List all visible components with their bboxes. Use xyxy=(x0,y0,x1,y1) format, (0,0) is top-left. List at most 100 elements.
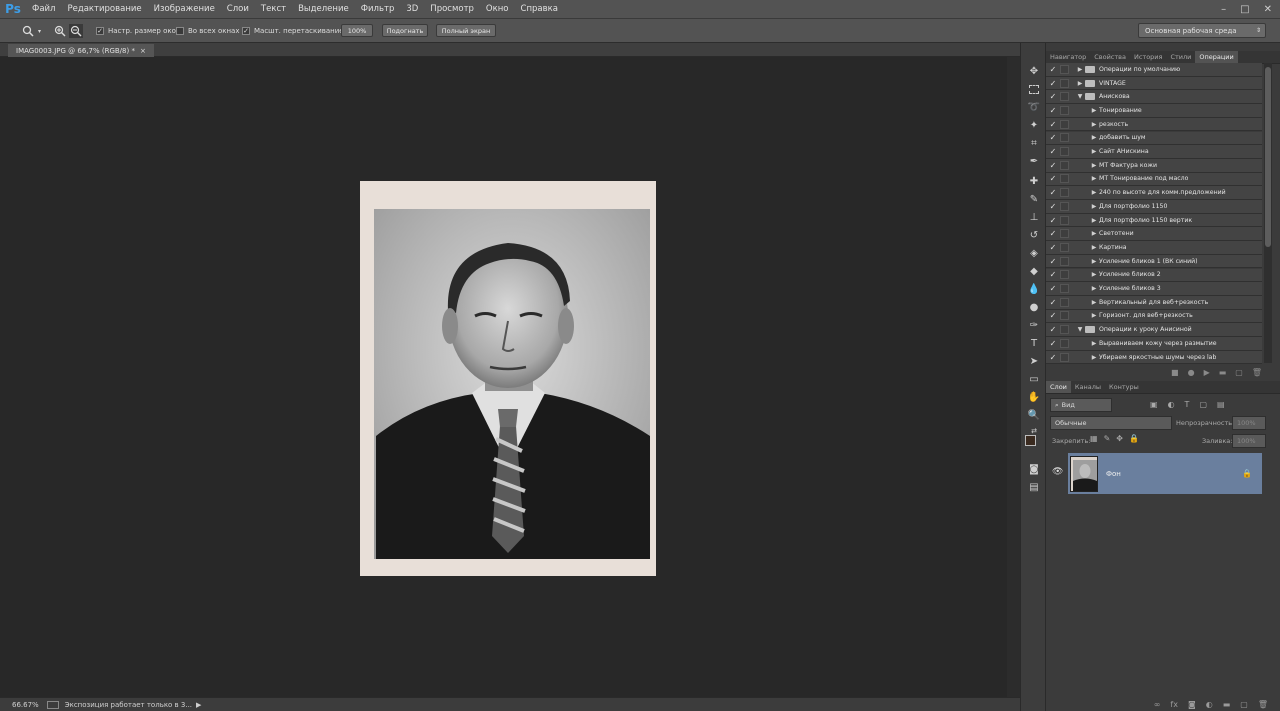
collapsed-triangle-icon[interactable]: ▶ xyxy=(1089,203,1099,210)
action-set-row[interactable]: ✓ ▶ VINTAGE xyxy=(1046,76,1262,91)
collapsed-triangle-icon[interactable]: ▶ xyxy=(1089,299,1099,306)
collapsed-triangle-icon[interactable]: ▶ xyxy=(1089,271,1099,278)
eyedropper-tool-icon[interactable]: ✒ xyxy=(1025,153,1043,169)
action-row[interactable]: ✓ ▶ Для портфолио 1150 xyxy=(1046,200,1262,214)
toggle-checkmark-icon[interactable]: ✓ xyxy=(1046,147,1060,156)
action-row[interactable]: ✓ ▶ Усиление бликов 3 xyxy=(1046,282,1262,296)
eraser-tool-icon[interactable]: ◈ xyxy=(1025,245,1043,261)
fill-screen-button[interactable]: Полный экран xyxy=(436,24,496,37)
play-icon[interactable]: ▶ xyxy=(1204,368,1210,377)
action-row[interactable]: ✓ ▶ Для портфолио 1150 вертик xyxy=(1046,213,1262,228)
dialog-toggle-icon[interactable] xyxy=(1060,352,1069,362)
fill-field[interactable]: 100% xyxy=(1232,434,1266,448)
blend-mode-select[interactable]: Обычные xyxy=(1050,416,1172,430)
layer-filter-select[interactable]: ⌕ Вид xyxy=(1050,398,1112,412)
type-tool-icon[interactable]: T xyxy=(1025,335,1043,351)
toggle-checkmark-icon[interactable]: ✓ xyxy=(1046,216,1060,225)
zoom-in-icon[interactable] xyxy=(54,24,66,38)
shape-filter-icon[interactable]: ▢ xyxy=(1199,400,1207,409)
document-tab[interactable]: IMAG0003.JPG @ 66,7% (RGB/8) * × xyxy=(8,44,154,57)
history-brush-tool-icon[interactable]: ↺ xyxy=(1025,227,1043,243)
dialog-toggle-icon[interactable] xyxy=(1060,133,1069,143)
toggle-checkmark-icon[interactable]: ✓ xyxy=(1046,65,1060,74)
collapsed-triangle-icon[interactable]: ▶ xyxy=(1089,134,1099,141)
toggle-checkmark-icon[interactable]: ✓ xyxy=(1046,92,1060,101)
action-row[interactable]: ✓ ▶ Убираем яркостные шумы через lab xyxy=(1046,350,1262,365)
menu-help[interactable]: Справка xyxy=(515,0,564,19)
zoom-100-button[interactable]: 100% xyxy=(341,24,373,37)
dialog-toggle-icon[interactable] xyxy=(1060,256,1069,266)
shape-tool-icon[interactable]: ▭ xyxy=(1025,371,1043,387)
action-row[interactable]: ✓ ▶ Картина xyxy=(1046,241,1262,255)
new-set-icon[interactable]: ▬ xyxy=(1219,368,1227,377)
action-row[interactable]: ✓ ▶ Сайт АНискина xyxy=(1046,145,1262,159)
action-set-row[interactable]: ✓ ▼ Операции к уроку Анисиной xyxy=(1046,323,1262,337)
tool-preset-chevron-icon[interactable]: ▾ xyxy=(38,24,41,38)
toggle-checkmark-icon[interactable]: ✓ xyxy=(1046,202,1060,211)
action-row[interactable]: ✓ ▶ резкость xyxy=(1046,117,1262,132)
type-filter-icon[interactable]: T xyxy=(1185,400,1190,409)
toggle-checkmark-icon[interactable]: ✓ xyxy=(1046,229,1060,238)
tab-paths[interactable]: Контуры xyxy=(1105,381,1143,393)
dialog-toggle-icon[interactable] xyxy=(1060,311,1069,321)
menu-edit[interactable]: Редактирование xyxy=(61,0,147,19)
trash-icon[interactable]: 🗑 xyxy=(1252,368,1262,377)
action-row[interactable]: ✓ ▶ МТ Тонирование под масло xyxy=(1046,172,1262,187)
collapsed-triangle-icon[interactable]: ▶ xyxy=(1075,80,1085,87)
menu-image[interactable]: Изображение xyxy=(148,0,221,19)
new-layer-icon[interactable]: ▢ xyxy=(1240,700,1248,709)
healing-brush-tool-icon[interactable]: ✚ xyxy=(1025,173,1043,189)
stop-icon[interactable]: ■ xyxy=(1171,368,1179,377)
visibility-eye-icon[interactable]: 👁 xyxy=(1052,467,1063,477)
link-layers-icon[interactable]: ∞ xyxy=(1154,700,1161,709)
hand-tool-icon[interactable]: ✋ xyxy=(1025,389,1043,405)
adjustment-layer-icon[interactable]: ◐ xyxy=(1206,700,1213,709)
collapsed-triangle-icon[interactable]: ▶ xyxy=(1089,107,1099,114)
dialog-toggle-icon[interactable] xyxy=(1060,297,1069,307)
menu-3d[interactable]: 3D xyxy=(400,0,424,19)
layer-row-background[interactable]: Фон 🔒 xyxy=(1068,453,1262,494)
dialog-toggle-icon[interactable] xyxy=(1060,147,1069,157)
new-group-icon[interactable]: ▬ xyxy=(1223,700,1231,709)
action-row[interactable]: ✓ ▶ Горизонт. для веб+резкость xyxy=(1046,309,1262,324)
action-row[interactable]: ✓ ▶ Усиление бликов 2 xyxy=(1046,268,1262,283)
dialog-toggle-icon[interactable] xyxy=(1060,78,1069,88)
zoom-level[interactable]: 66.67% xyxy=(12,701,39,709)
toggle-checkmark-icon[interactable]: ✓ xyxy=(1046,339,1060,348)
close-tab-icon[interactable]: × xyxy=(140,47,146,55)
dialog-toggle-icon[interactable] xyxy=(1060,201,1069,211)
menu-filter[interactable]: Фильтр xyxy=(355,0,401,19)
lock-pixels-icon[interactable]: ✎ xyxy=(1104,434,1111,443)
tab-properties[interactable]: Свойства xyxy=(1090,51,1130,63)
new-action-icon[interactable]: ▢ xyxy=(1235,368,1243,377)
toggle-checkmark-icon[interactable]: ✓ xyxy=(1046,174,1060,183)
dialog-toggle-icon[interactable] xyxy=(1060,270,1069,280)
dialog-toggle-icon[interactable] xyxy=(1060,188,1069,198)
toggle-checkmark-icon[interactable]: ✓ xyxy=(1046,133,1060,142)
tab-channels[interactable]: Каналы xyxy=(1071,381,1105,393)
collapsed-triangle-icon[interactable]: ▶ xyxy=(1089,230,1099,237)
collapsed-triangle-icon[interactable]: ▶ xyxy=(1089,354,1099,361)
action-row[interactable]: ✓ ▶ Светотени xyxy=(1046,227,1262,242)
expanded-triangle-icon[interactable]: ▼ xyxy=(1075,93,1085,100)
lasso-tool-icon[interactable]: ➰ xyxy=(1025,99,1043,115)
lock-all-icon[interactable]: 🔒 xyxy=(1129,434,1139,443)
action-row[interactable]: ✓ ▶ Усиление бликов 1 (ВК синий) xyxy=(1046,254,1262,269)
collapsed-triangle-icon[interactable]: ▶ xyxy=(1089,162,1099,169)
dialog-toggle-icon[interactable] xyxy=(1060,174,1069,184)
minimize-button[interactable]: – xyxy=(1221,4,1226,15)
lock-transparent-icon[interactable]: ▦ xyxy=(1090,434,1098,443)
clone-stamp-tool-icon[interactable]: ⊥ xyxy=(1025,209,1043,225)
foreground-color-swatch[interactable] xyxy=(1025,435,1036,446)
dialog-toggle-icon[interactable] xyxy=(1060,242,1069,252)
dodge-tool-icon[interactable]: ● xyxy=(1025,299,1043,315)
action-row[interactable]: ✓ ▶ Тонирование xyxy=(1046,104,1262,118)
toggle-checkmark-icon[interactable]: ✓ xyxy=(1046,188,1060,197)
all-windows-checkbox[interactable]: Во всех окнах xyxy=(176,24,239,38)
tab-navigator[interactable]: Навигатор xyxy=(1046,51,1090,63)
collapsed-triangle-icon[interactable]: ▶ xyxy=(1089,175,1099,182)
toggle-checkmark-icon[interactable]: ✓ xyxy=(1046,120,1060,129)
collapsed-triangle-icon[interactable]: ▶ xyxy=(1089,312,1099,319)
collapsed-triangle-icon[interactable]: ▶ xyxy=(1089,285,1099,292)
delete-layer-icon[interactable]: 🗑 xyxy=(1258,700,1268,709)
